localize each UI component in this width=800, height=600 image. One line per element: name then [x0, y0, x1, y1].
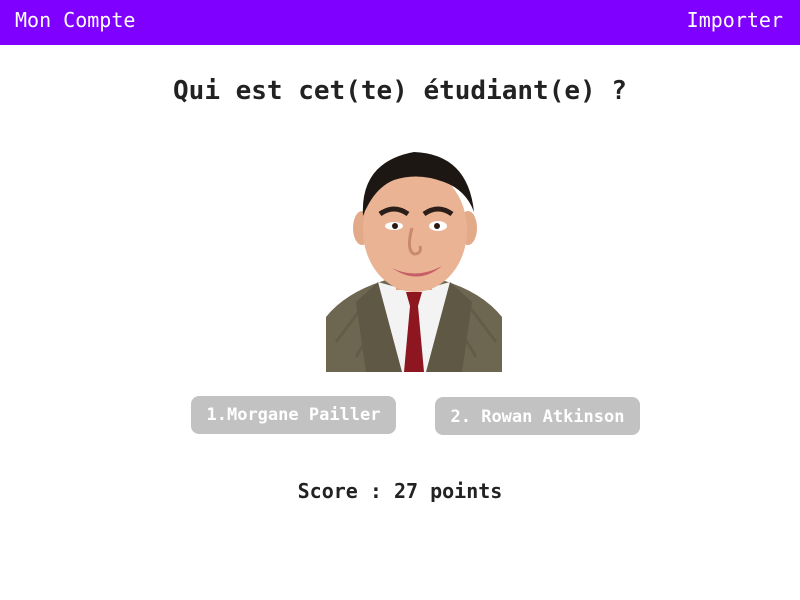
import-link[interactable]: Importer	[687, 7, 783, 33]
answer-button-1[interactable]: 1.Morgane Pailler	[191, 396, 396, 434]
student-photo	[326, 142, 502, 372]
score-display: Score : 27 points	[297, 479, 503, 503]
top-navigation-bar: Mon Compte Importer	[0, 0, 800, 45]
answer-button-2[interactable]: 2. Rowan Atkinson	[435, 397, 640, 435]
quiz-question: Qui est cet(te) étudiant(e) ?	[173, 76, 627, 106]
my-account-link[interactable]: Mon Compte	[15, 7, 135, 33]
